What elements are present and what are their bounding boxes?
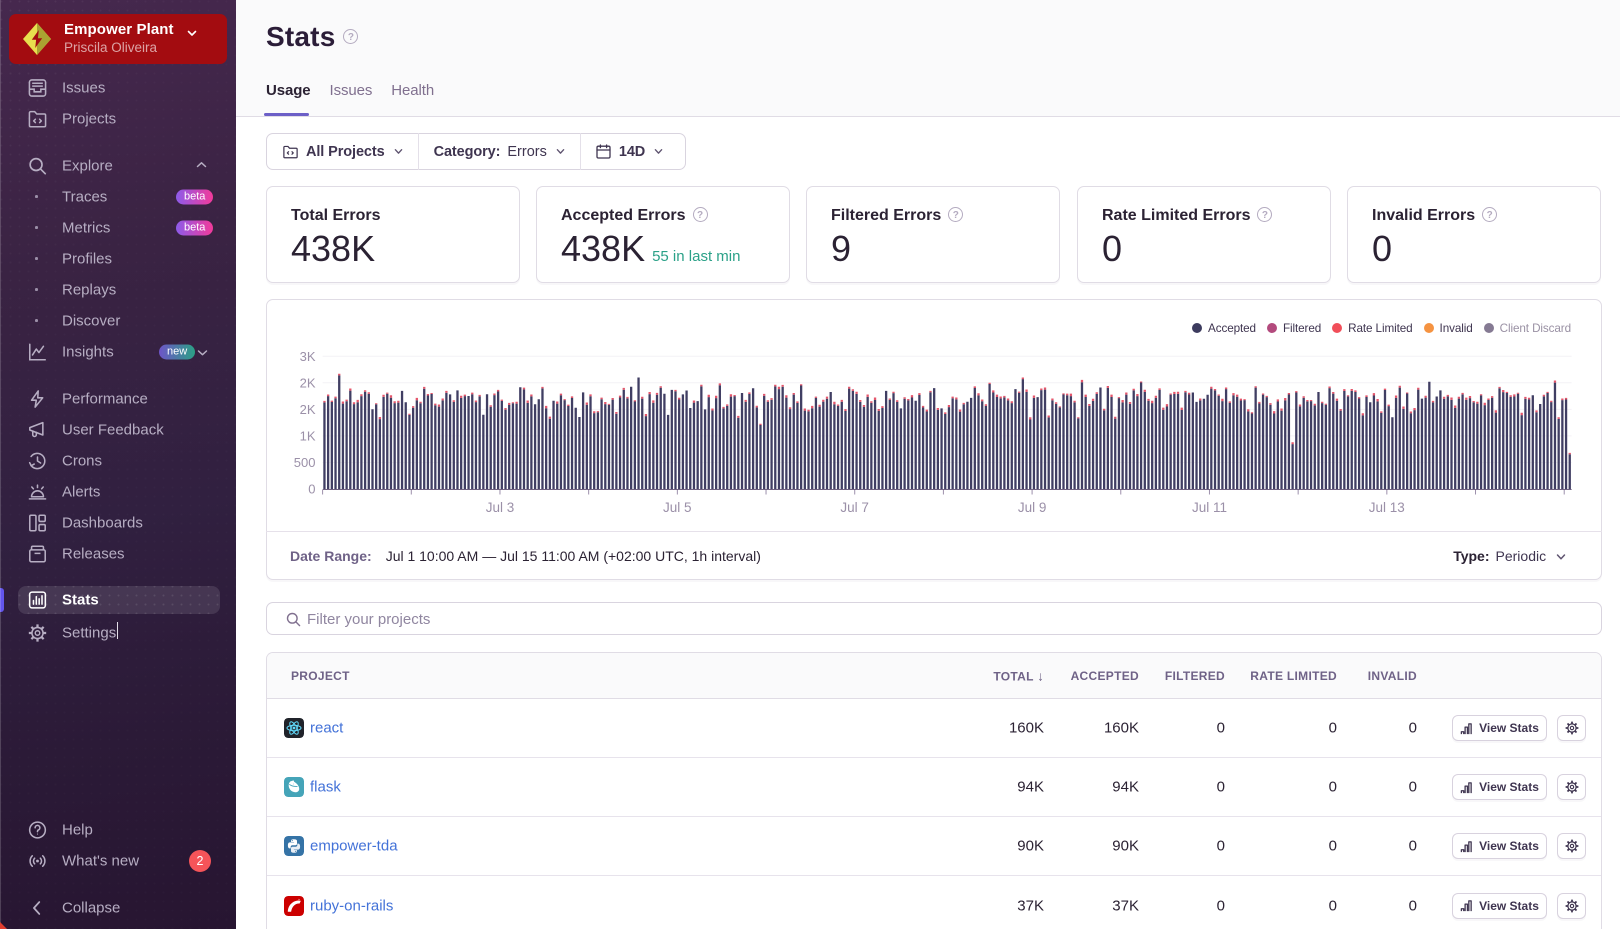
svg-text:500: 500 — [294, 455, 316, 470]
svg-text:2K: 2K — [300, 402, 316, 417]
svg-text:Jul 13: Jul 13 — [1369, 500, 1405, 515]
svg-text:Jul 5: Jul 5 — [663, 500, 692, 515]
svg-text:0: 0 — [308, 482, 315, 497]
svg-text:2K: 2K — [300, 375, 316, 390]
svg-text:Jul 9: Jul 9 — [1018, 500, 1047, 515]
svg-text:3K: 3K — [300, 349, 316, 364]
svg-text:1K: 1K — [300, 428, 316, 443]
svg-text:Jul 7: Jul 7 — [840, 500, 869, 515]
svg-text:Jul 3: Jul 3 — [486, 500, 515, 515]
svg-text:Jul 11: Jul 11 — [1192, 500, 1227, 515]
